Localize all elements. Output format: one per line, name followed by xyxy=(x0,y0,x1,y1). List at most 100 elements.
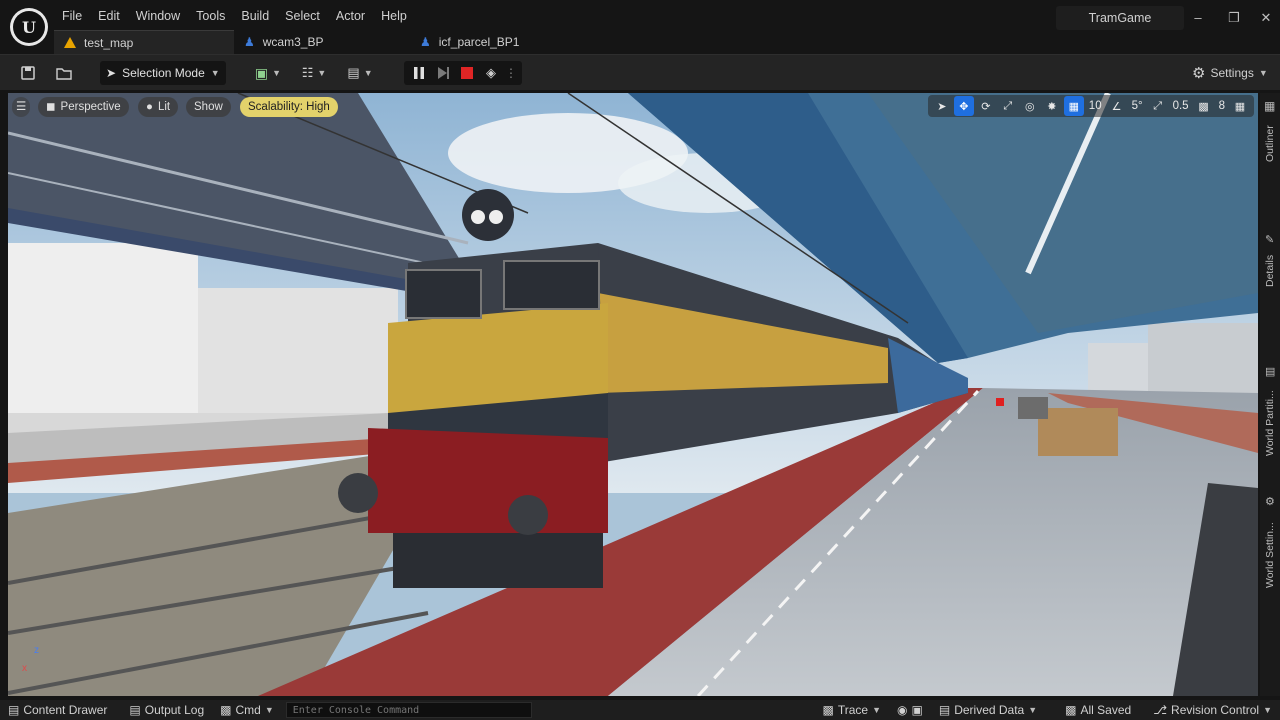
axis-z-label: z xyxy=(34,645,39,656)
save-status-icon: ▩ xyxy=(1065,703,1077,717)
broadcast-icon: ◉ xyxy=(897,703,908,717)
save-button[interactable] xyxy=(16,61,40,85)
tab-world-partition[interactable]: World Partiti... xyxy=(1260,383,1280,463)
perspective-button[interactable]: ◼ Perspective xyxy=(38,97,129,117)
settings-button[interactable]: ⚙ Settings ▼ xyxy=(1192,61,1268,85)
selection-mode-dropdown[interactable]: ➤ Selection Mode ▼ xyxy=(100,61,226,85)
rotation-snap-value[interactable]: 5° xyxy=(1129,100,1146,112)
select-tool-icon[interactable]: ➤ xyxy=(932,96,952,116)
revision-control-label: Revision Control xyxy=(1171,703,1260,717)
translate-tool-icon[interactable]: ✥ xyxy=(953,96,974,116)
tab-icf-parcel-bp1[interactable]: ♟ icf_parcel_BP1 xyxy=(410,30,531,54)
play-controls: ◈ ⋮ xyxy=(404,61,522,85)
output-log-button[interactable]: ▤ Output Log xyxy=(121,700,212,720)
view-mode-button[interactable]: ● Lit xyxy=(138,97,179,117)
chevron-down-icon: ▼ xyxy=(363,68,373,78)
rotate-tool-icon[interactable]: ⟳ xyxy=(976,96,996,116)
advance-frame-button[interactable] xyxy=(432,61,454,85)
browse-button[interactable] xyxy=(52,61,76,85)
revision-control-icon: ⎇ xyxy=(1153,703,1168,717)
scalability-label: Scalability: High xyxy=(248,101,330,113)
tab-details[interactable]: Details xyxy=(1260,251,1280,291)
output-log-label: Output Log xyxy=(144,703,205,717)
pause-button[interactable] xyxy=(408,61,430,85)
blueprint-icon: ♟ xyxy=(420,35,431,49)
tab-outliner[interactable]: Outliner xyxy=(1260,119,1280,169)
cmd-dropdown[interactable]: ▩ Cmd ▼ xyxy=(212,700,282,720)
viewport-menu-button[interactable]: ☰ xyxy=(12,97,31,117)
gamepad-icon: ◈ xyxy=(486,65,496,80)
project-name: TramGame xyxy=(1056,6,1184,30)
content-drawer-button[interactable]: ▤ Content Drawer xyxy=(0,700,115,720)
scene-render xyxy=(8,93,1258,696)
chevron-down-icon: ▼ xyxy=(872,705,882,715)
grid-snap-value[interactable]: 10 xyxy=(1086,100,1105,112)
world-space-icon[interactable]: ◎ xyxy=(1020,96,1040,116)
blueprint-menu-button[interactable]: ☷ ▼ xyxy=(296,61,332,85)
revision-control-dropdown[interactable]: ⎇ Revision Control ▼ xyxy=(1145,700,1280,720)
scale-snap-icon[interactable]: ⤢ xyxy=(1148,96,1168,116)
menu-actor[interactable]: Actor xyxy=(328,4,373,28)
chevron-down-icon: ▼ xyxy=(264,705,274,715)
blueprint-icon: ♟ xyxy=(244,35,255,49)
perspective-label: Perspective xyxy=(60,101,121,113)
blueprint-graph-icon: ☷ xyxy=(301,65,314,80)
cursor-icon: ➤ xyxy=(106,66,117,80)
document-tabs: test_map ♟ wcam3_BP ♟ icf_parcel_BP1 xyxy=(54,30,531,54)
camera-speed-value[interactable]: 8 xyxy=(1216,100,1228,112)
menu-build[interactable]: Build xyxy=(233,4,277,28)
axis-gizmo: z x xyxy=(16,641,46,681)
unreal-logo-icon[interactable]: U xyxy=(10,8,48,46)
chevron-down-icon: ▼ xyxy=(272,68,282,78)
content-drawer-label: Content Drawer xyxy=(23,703,108,717)
camera-speed-icon[interactable]: ▩ xyxy=(1194,96,1214,116)
derived-data-dropdown[interactable]: ▤ Derived Data ▼ xyxy=(931,700,1045,720)
show-button[interactable]: Show xyxy=(186,97,231,117)
trace-dropdown[interactable]: ▩ Trace ▼ xyxy=(815,700,890,720)
menu-file[interactable]: File xyxy=(54,4,90,28)
grid-snap-icon[interactable]: ▦ xyxy=(1063,96,1084,116)
menu-tools[interactable]: Tools xyxy=(188,4,233,28)
surface-snap-icon[interactable]: ✸ xyxy=(1042,96,1062,116)
all-saved-label: All Saved xyxy=(1080,703,1132,717)
menu-select[interactable]: Select xyxy=(277,4,328,28)
record-icon: ▣ xyxy=(911,703,923,717)
tab-test-map[interactable]: test_map xyxy=(54,30,234,54)
add-actor-button[interactable]: ▣ ▼ xyxy=(250,61,286,85)
cinematics-button[interactable]: ▤ ▼ xyxy=(342,61,378,85)
rotation-snap-icon[interactable]: ∠ xyxy=(1107,96,1127,116)
derived-data-icon: ▤ xyxy=(938,703,951,717)
console-command-input[interactable] xyxy=(285,702,532,718)
trace-label: Trace xyxy=(837,703,869,717)
show-label: Show xyxy=(194,101,223,113)
minimize-button[interactable]: – xyxy=(1186,8,1210,28)
status-bar: ▤ Content Drawer ▤ Output Log ▩ Cmd ▼ ▩ … xyxy=(0,700,1280,720)
world-settings-icon: ⚙ xyxy=(1265,496,1275,508)
menu-help[interactable]: Help xyxy=(373,4,415,28)
play-options-button[interactable]: ⋮ xyxy=(504,61,518,85)
layout-icon[interactable]: ▦ xyxy=(1230,96,1250,116)
scalability-badge[interactable]: Scalability: High xyxy=(240,97,338,117)
scale-tool-icon[interactable]: ⤢ xyxy=(998,96,1018,116)
menu-window[interactable]: Window xyxy=(128,4,188,28)
menu-edit[interactable]: Edit xyxy=(90,4,128,28)
tab-wcam3-bp[interactable]: ♟ wcam3_BP xyxy=(234,30,410,54)
selection-mode-label: Selection Mode xyxy=(122,66,205,80)
sphere-icon: ● xyxy=(146,101,153,113)
stop-button[interactable] xyxy=(456,61,478,85)
broadcast-button[interactable]: ◉ ▣ xyxy=(889,700,931,720)
level-viewport[interactable]: ☰ ◼ Perspective ● Lit Show Scalability: … xyxy=(8,93,1258,696)
scale-snap-value[interactable]: 0.5 xyxy=(1170,100,1192,112)
chevron-down-icon: ▼ xyxy=(210,68,220,78)
chevron-down-icon: ▼ xyxy=(317,68,327,78)
pencil-icon: ✎ xyxy=(1265,234,1275,246)
title-bar: U File Edit Window Tools Build Select Ac… xyxy=(0,0,1280,54)
close-button[interactable]: ✕ xyxy=(1254,8,1278,28)
folder-icon xyxy=(56,68,72,80)
tab-world-settings[interactable]: World Settin... xyxy=(1260,513,1280,597)
restore-button[interactable]: ❐ xyxy=(1222,8,1246,28)
more-options-icon: ⋮ xyxy=(505,66,517,80)
all-saved-button[interactable]: ▩ All Saved xyxy=(1057,700,1139,720)
possess-button[interactable]: ◈ xyxy=(480,61,502,85)
stop-icon xyxy=(461,67,473,79)
